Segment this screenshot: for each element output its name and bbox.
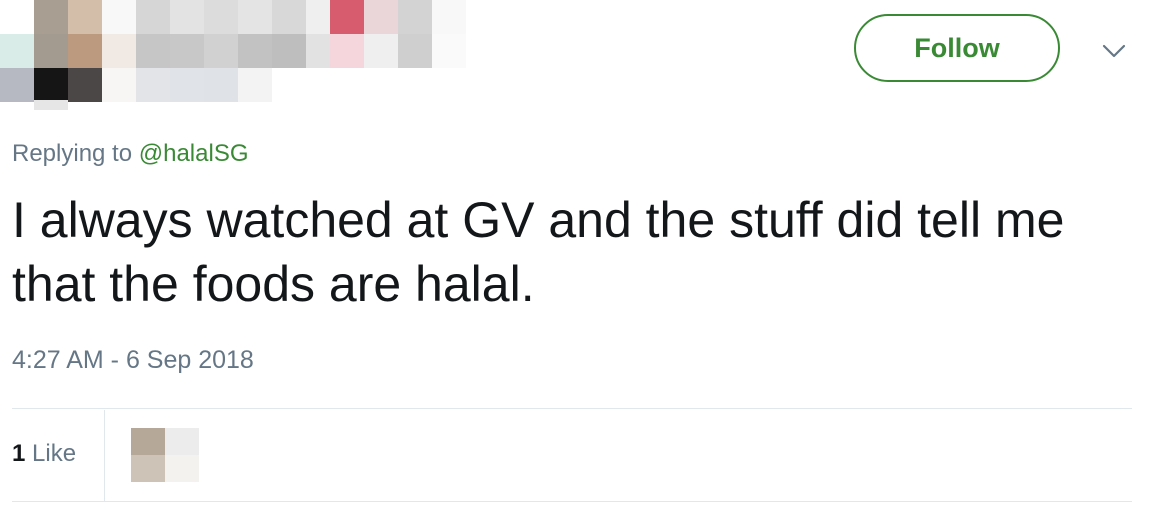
pixel [165, 428, 199, 455]
pixel [170, 0, 204, 34]
pixel [34, 34, 68, 68]
pixel [136, 34, 170, 68]
pixel [34, 0, 68, 34]
pixel [68, 68, 102, 102]
chevron-down-icon[interactable] [1100, 42, 1128, 62]
follow-button-label: Follow [914, 32, 1000, 63]
likes-label: Like [32, 440, 77, 467]
pixel [364, 0, 398, 34]
likes-count: 1 [12, 440, 26, 467]
tweet-text: I always watched at GV and the stuff did… [12, 192, 1065, 312]
pixel [170, 34, 204, 68]
pixel [68, 0, 102, 34]
stats-separator [104, 410, 105, 502]
pixel [34, 100, 68, 110]
reply-context: Replying to @halalSG [12, 140, 249, 168]
likes-stat[interactable]: 1 Like [12, 440, 76, 468]
pixel [364, 34, 398, 68]
pixel [0, 34, 34, 68]
stats-bottom-divider [12, 501, 1132, 502]
pixel [398, 0, 432, 34]
pixel [238, 68, 272, 102]
pixel [432, 34, 466, 68]
pixel [0, 68, 34, 102]
pixel [165, 455, 199, 482]
pixel [34, 68, 68, 102]
pixel [398, 34, 432, 68]
pixel [432, 0, 466, 34]
tweet-card: Follow Replying to @halalSG I always wat… [0, 0, 1153, 513]
pixel [272, 0, 306, 34]
pixel [102, 34, 136, 68]
chevron-down-icon-svg [1102, 44, 1126, 58]
pixel [131, 428, 165, 455]
pixel [170, 68, 204, 102]
pixel [330, 34, 364, 68]
stats-top-divider [12, 408, 1132, 409]
pixel [102, 0, 136, 34]
pixel [204, 0, 238, 34]
redacted-author-avatar-and-name[interactable] [0, 0, 470, 110]
pixel [136, 68, 170, 102]
follow-button[interactable]: Follow [854, 14, 1060, 82]
pixel [136, 0, 170, 34]
tweet-timestamp[interactable]: 4:27 AM - 6 Sep 2018 [12, 346, 254, 375]
pixel [204, 34, 238, 68]
reply-handle-link[interactable]: @halalSG [139, 140, 249, 167]
liker-avatar[interactable] [131, 428, 199, 482]
pixel [330, 0, 364, 34]
pixel [131, 455, 165, 482]
pixel [272, 34, 306, 68]
pixel [204, 68, 238, 102]
pixel [102, 68, 136, 102]
reply-context-prefix: Replying to [12, 140, 133, 167]
pixel [238, 34, 272, 68]
pixel [68, 34, 102, 68]
pixel [238, 0, 272, 34]
